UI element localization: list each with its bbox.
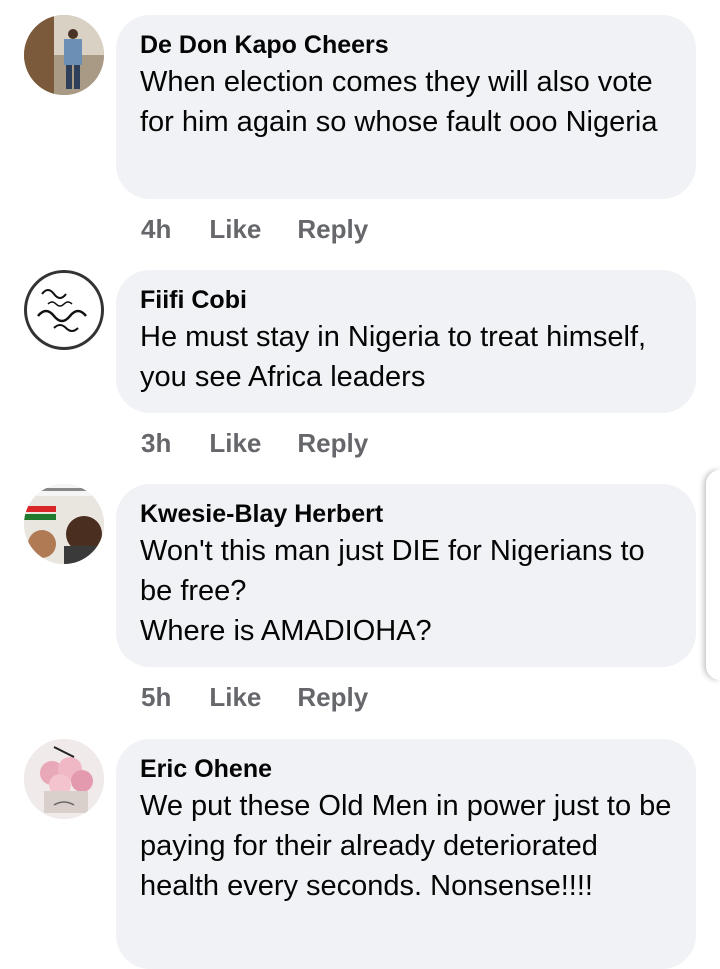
avatar[interactable] (24, 15, 104, 95)
comment-text: He must stay in Nigeria to treat himself… (140, 321, 647, 393)
reply-button[interactable]: Reply (297, 428, 368, 458)
comment-author[interactable]: De Don Kapo Cheers (140, 30, 672, 60)
comment-actions: 3h Like Reply (141, 428, 404, 458)
comment-actions: 5h Like Reply (141, 682, 404, 712)
like-button[interactable]: Like (209, 682, 261, 712)
comment-timestamp[interactable]: 3h (141, 428, 171, 458)
comment-author[interactable]: Eric Ohene (140, 754, 672, 784)
comment-bubble: Fiifi Cobi He must stay in Nigeria to tr… (116, 270, 696, 413)
avatar-photo-icon (24, 484, 104, 564)
comment-timestamp[interactable]: 5h (141, 682, 171, 712)
reply-button[interactable]: Reply (297, 214, 368, 244)
avatar-photo-icon (24, 739, 104, 819)
comment-bubble: Kwesie-Blay Herbert Won't this man just … (116, 484, 696, 667)
comment-text: We put these Old Men in power just to be… (140, 790, 672, 902)
reply-button[interactable]: Reply (297, 682, 368, 712)
comment-author[interactable]: Kwesie-Blay Herbert (140, 499, 672, 529)
like-button[interactable]: Like (209, 428, 261, 458)
comment-text: When election comes they will also vote … (140, 66, 658, 138)
comment-bubble: De Don Kapo Cheers When election comes t… (116, 15, 696, 199)
like-button[interactable]: Like (209, 214, 261, 244)
comment-timestamp[interactable]: 4h (141, 214, 171, 244)
side-panel-handle[interactable] (706, 470, 720, 680)
comment-actions: 4h Like Reply (141, 214, 404, 244)
avatar[interactable] (24, 739, 104, 819)
avatar-photo-icon (24, 15, 104, 95)
avatar[interactable] (24, 270, 104, 350)
avatar-lettering-icon (25, 271, 103, 349)
avatar[interactable] (24, 484, 104, 564)
comment-bubble: Eric Ohene We put these Old Men in power… (116, 739, 696, 969)
comment-author[interactable]: Fiifi Cobi (140, 285, 672, 315)
comment-text: Won't this man just DIE for Nigerians to… (140, 535, 645, 647)
